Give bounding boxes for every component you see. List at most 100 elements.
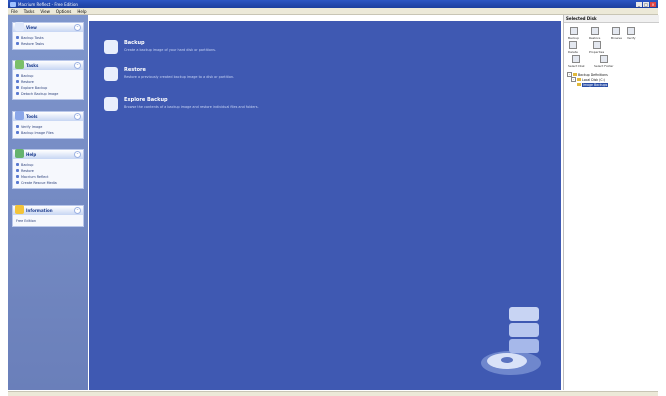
information-icon [15,204,24,214]
help-topic-icon [16,181,19,184]
group-title: View [26,25,37,30]
sidebar-item-edition: Free Edition [16,218,37,223]
sidebar-item-help-backup[interactable]: Backup [16,162,80,167]
view-icon [15,21,24,31]
restore-icon [16,80,19,83]
group-header[interactable]: Information ^ [13,204,83,215]
select-disk-button[interactable]: Select Disk [568,55,585,68]
menu-file[interactable]: File [11,9,18,14]
browse-icon [612,27,621,35]
restore-icon [590,27,599,35]
sidebar-group-tools: Tools ^ Verify Image Backup Image Files [12,110,84,139]
task-title[interactable]: Restore [124,67,234,73]
toolbar-verify[interactable]: Verify [627,27,636,40]
sidebar-item-backup-tasks[interactable]: Backup Tasks [16,35,80,40]
restore-icon [104,67,118,81]
properties-icon [592,41,601,49]
help-icon [15,148,24,158]
folder-icon [577,78,581,81]
verify-icon [16,125,19,128]
main-panel: Backup Create a backup image of your har… [89,21,561,390]
task-explore[interactable]: Explore Backup Browse the contents of a … [104,97,259,111]
minimize-button[interactable]: _ [636,1,642,7]
backup-icon [16,74,19,77]
status-bar [8,391,658,396]
menu-tasks[interactable]: Tasks [24,9,35,14]
sidebar-group-information: Information ^ Free Edition [12,204,84,227]
help-topic-icon [16,169,19,172]
sidebar-group-help: Help ^ Backup Restore Macrium Reflect Cr… [12,148,84,189]
disk-stack-icon [481,307,541,375]
window-controls: _ □ × [636,1,656,7]
task-restore[interactable]: Restore Restore a previously created bac… [104,67,234,81]
toolbar-browse[interactable]: Browse [611,27,622,40]
task-icon [16,36,19,39]
task-title[interactable]: Backup [124,40,216,46]
delete-icon [568,41,577,49]
folder-icon [599,55,608,63]
maximize-button[interactable]: □ [643,1,649,7]
chevron-up-icon[interactable]: ^ [74,207,81,214]
task-description: Create a backup image of your hard disk … [124,48,216,52]
group-title: Tasks [26,63,39,68]
group-header[interactable]: Help ^ [13,148,83,159]
sidebar-item-verify[interactable]: Verify Image [16,124,80,129]
backup-tree: - Backup Definitions - Local Disk (C:) Ima… [567,72,609,87]
chevron-up-icon[interactable]: ^ [74,151,81,158]
sidebar-group-tasks: Tasks ^ Backup Restore Explore Backup De… [12,59,84,100]
help-topic-icon [16,175,19,178]
tree-node[interactable]: - Local Disk (C:) [567,77,608,82]
toolbar-restore[interactable]: Restore [589,27,600,40]
help-topic-icon [16,163,19,166]
group-header[interactable]: Tools ^ [13,110,83,121]
group-title: Tools [26,114,38,119]
sidebar-group-view: View ^ Backup Tasks Restore Tasks [12,21,84,50]
toolbar-delete[interactable]: Delete [568,41,578,54]
menu-options[interactable]: Options [56,9,71,14]
group-title: Information [26,208,53,213]
chevron-up-icon[interactable]: ^ [74,24,81,31]
sidebar-item-help-rescue[interactable]: Create Rescue Media [16,180,80,185]
tools-icon [15,110,24,120]
app-icon [10,1,16,7]
right-panel: Selected Disk Backup Restore Browse Veri… [563,15,659,390]
sidebar: View ^ Backup Tasks Restore Tasks Tasks … [8,15,88,390]
task-title[interactable]: Explore Backup [124,97,259,103]
toolbar-properties[interactable]: Properties [589,41,604,54]
task-icon [16,42,19,45]
sidebar-item-detach[interactable]: Detach Backup Image [16,91,80,96]
tasks-icon [15,59,24,69]
folder-icon [577,83,581,86]
sidebar-item-restore-tasks[interactable]: Restore Tasks [16,41,80,46]
menu-bar: File Tasks View Options Help [8,8,658,15]
disk-icon [572,55,581,63]
task-description: Browse the contents of a backup image an… [124,105,259,109]
verify-icon [627,27,636,35]
close-button[interactable]: × [650,1,656,7]
menu-view[interactable]: View [40,9,50,14]
select-folder-button[interactable]: Select Folder [594,55,613,68]
group-header[interactable]: View ^ [13,21,83,32]
sidebar-item-backup-files[interactable]: Backup Image Files [16,130,80,135]
task-description: Restore a previously created backup imag… [124,75,235,79]
group-title: Help [26,152,37,157]
chevron-up-icon[interactable]: ^ [74,113,81,120]
tree-node-selected[interactable]: Image Backups [567,82,609,87]
window-title: Macrium Reflect - Free Edition [18,1,78,7]
sidebar-item-explore[interactable]: Explore Backup [16,85,80,90]
collapse-icon[interactable]: - [571,77,576,82]
explore-icon [16,86,19,89]
backup-icon [569,27,578,35]
task-backup[interactable]: Backup Create a backup image of your har… [104,40,216,54]
backup-icon [104,40,118,54]
sidebar-item-restore[interactable]: Restore [16,79,80,84]
folder-icon [573,73,577,76]
sidebar-item-help-restore[interactable]: Restore [16,168,80,173]
toolbar-backup[interactable]: Backup [568,27,579,40]
group-header[interactable]: Tasks ^ [13,59,83,70]
detach-icon [16,92,19,95]
sidebar-item-backup[interactable]: Backup [16,73,80,78]
chevron-up-icon[interactable]: ^ [74,62,81,69]
menu-help[interactable]: Help [77,9,86,14]
sidebar-item-help-reflect[interactable]: Macrium Reflect [16,174,80,179]
